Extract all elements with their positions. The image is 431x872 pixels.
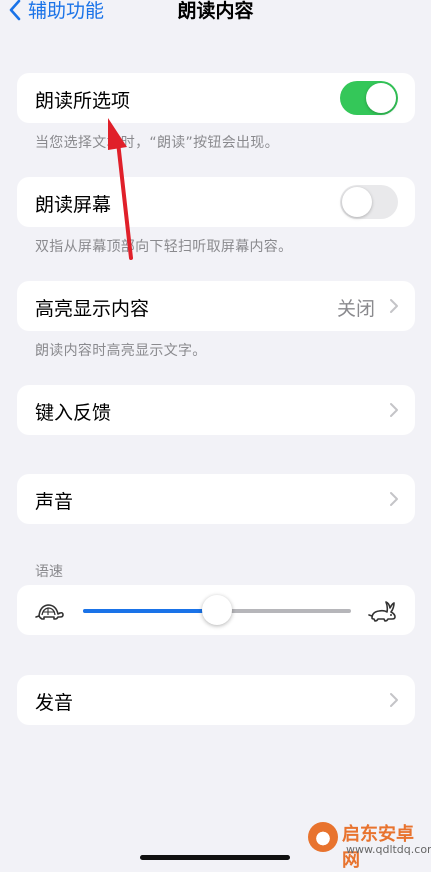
watermark-icon	[308, 822, 338, 852]
toggle-knob	[366, 83, 396, 113]
watermark-logo: 启东安卓网 www.qdltdq.com	[300, 818, 431, 871]
watermark-url: www.qdltdq.com	[346, 843, 431, 856]
toggle-knob	[342, 187, 372, 217]
speaking-rate-slider[interactable]	[83, 595, 351, 625]
speak-selection-toggle[interactable]	[340, 81, 398, 115]
highlight-content-row[interactable]: 高亮显示内容 关闭	[17, 281, 415, 331]
typing-feedback-row[interactable]: 键入反馈	[17, 385, 415, 435]
speak-selection-label: 朗读所选项	[35, 90, 131, 112]
pronunciations-label: 发音	[35, 692, 74, 714]
voices-label: 声音	[35, 491, 74, 513]
home-indicator	[140, 855, 290, 860]
chevron-right-icon	[390, 693, 398, 707]
typing-feedback-label: 键入反馈	[35, 402, 112, 424]
speak-selection-row[interactable]: 朗读所选项	[17, 73, 415, 123]
highlight-content-footer: 朗读内容时高亮显示文字。	[35, 343, 207, 359]
speak-screen-footer: 双指从屏幕顶部向下轻扫听取屏幕内容。	[35, 239, 293, 255]
chevron-right-icon	[390, 492, 398, 506]
pronunciations-row[interactable]: 发音	[17, 675, 415, 725]
page-title: 朗读内容	[177, 0, 254, 22]
slider-fill	[83, 609, 217, 613]
turtle-icon	[35, 604, 64, 620]
chevron-right-icon	[390, 299, 398, 313]
highlight-content-label: 高亮显示内容	[35, 298, 150, 320]
speak-screen-toggle[interactable]	[340, 185, 398, 219]
rabbit-icon	[368, 601, 396, 622]
speak-screen-label: 朗读屏幕	[35, 194, 112, 216]
voices-row[interactable]: 声音	[17, 474, 415, 524]
slider-thumb[interactable]	[202, 595, 232, 625]
speak-screen-row[interactable]: 朗读屏幕	[17, 177, 415, 227]
speaking-rate-header: 语速	[35, 564, 63, 580]
highlight-content-value: 关闭	[336, 298, 375, 320]
navigation-bar: 辅助功能 朗读内容	[0, 0, 431, 30]
speak-selection-footer: 当您选择文本时，“朗读”按钮会出现。	[35, 135, 279, 151]
chevron-right-icon	[390, 403, 398, 417]
speaking-rate-row	[17, 585, 415, 635]
